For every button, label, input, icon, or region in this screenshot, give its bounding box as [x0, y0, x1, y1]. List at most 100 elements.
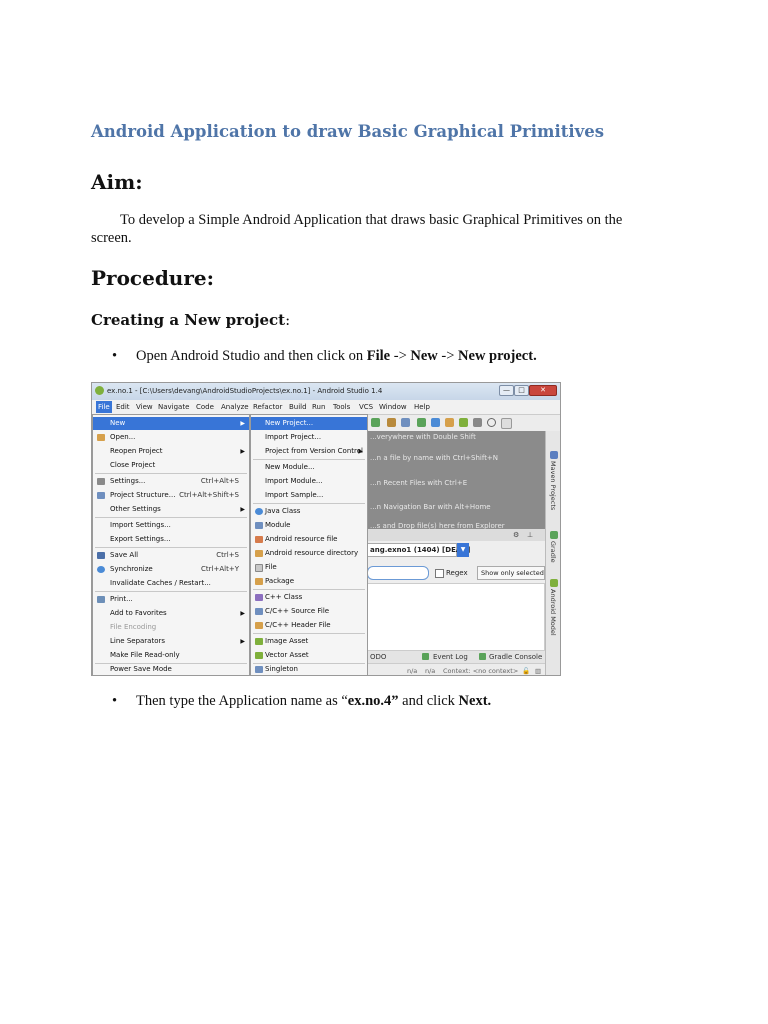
android-resource-directory-item[interactable]: Android resource directory — [251, 547, 367, 560]
file-menu-make-read-only[interactable]: Make File Read-only — [93, 649, 249, 662]
chevron-down-icon[interactable]: ▼ — [457, 543, 469, 557]
file-menu-power-save-mode[interactable]: Power Save Mode — [93, 663, 249, 675]
file-item[interactable]: File — [251, 561, 367, 574]
menu-build[interactable]: Build — [289, 403, 307, 411]
status-context: Context: <no context> — [443, 667, 519, 675]
import-project-item[interactable]: Import Project... — [251, 431, 367, 444]
aim-text: To develop a Simple Android Application … — [91, 212, 623, 246]
shortcut: Ctrl+S — [216, 551, 239, 559]
menu-bar: File Edit View Navigate Code Analyze Ref… — [92, 400, 560, 415]
file-menu-synchronize[interactable]: Synchronize Ctrl+Alt+Y — [93, 563, 249, 576]
aim-heading: Aim: — [91, 170, 143, 194]
file-menu-print[interactable]: Print... — [93, 593, 249, 606]
step-2-pre: Then type the Application name as “ — [136, 693, 348, 709]
file-menu-reopen-project[interactable]: Reopen Project ▶ — [93, 445, 249, 458]
structure-icon[interactable] — [401, 418, 410, 427]
step-2-text: Then type the Application name as “ex.no… — [136, 693, 491, 710]
file-icon — [255, 564, 263, 572]
lock-icon[interactable]: 🔓 — [522, 667, 530, 675]
menu-navigate[interactable]: Navigate — [158, 403, 189, 411]
menu-view[interactable]: View — [136, 403, 153, 411]
file-menu-other-settings[interactable]: Other Settings ▶ — [93, 503, 249, 516]
tool-icon[interactable] — [387, 418, 396, 427]
cpp-class-item[interactable]: C++ Class — [251, 591, 367, 604]
file-menu-close-project[interactable]: Close Project — [93, 459, 249, 472]
menu-refactor[interactable]: Refactor — [253, 403, 282, 411]
regex-checkbox[interactable] — [435, 569, 444, 578]
file-menu-project-structure[interactable]: Project Structure... Ctrl+Alt+Shift+S — [93, 489, 249, 502]
step-1-text: Open Android Studio and then click on Fi… — [136, 348, 537, 365]
show-only-selected-select[interactable]: Show only selected a — [477, 566, 545, 580]
android-model-tab[interactable]: Android Model — [549, 589, 557, 636]
todo-tab[interactable]: ODO — [370, 653, 386, 661]
project-from-vcs-item[interactable]: Project from Version Control ▶ — [251, 445, 367, 458]
android-icon — [255, 638, 263, 645]
avd-icon[interactable] — [431, 418, 440, 427]
java-class-item[interactable]: Java Class — [251, 505, 367, 518]
file-menu-settings[interactable]: Settings... Ctrl+Alt+S — [93, 475, 249, 488]
cpp-source-file-item[interactable]: C/C++ Source File — [251, 605, 367, 618]
gradle-icon — [550, 531, 558, 539]
android-model-icon — [550, 579, 558, 587]
menu-file[interactable]: File — [96, 401, 112, 413]
file-menu-export-settings[interactable]: Export Settings... — [93, 533, 249, 546]
new-project-item[interactable]: New Project... — [251, 417, 367, 430]
gradle-tab[interactable]: Gradle — [549, 541, 557, 563]
file-menu-line-separators[interactable]: Line Separators ▶ — [93, 635, 249, 648]
maven-projects-tab[interactable]: Maven Projects — [549, 461, 557, 510]
menu-code[interactable]: Code — [196, 403, 214, 411]
logcat-search-input[interactable] — [367, 566, 429, 580]
cpp-header-file-item[interactable]: C/C++ Header File — [251, 619, 367, 632]
file-menu-new[interactable]: New ▶ — [93, 417, 249, 430]
step-1-arrow-1: -> — [390, 348, 411, 364]
event-log-tab[interactable]: Event Log — [433, 653, 468, 661]
vector-asset-item[interactable]: Vector Asset — [251, 649, 367, 662]
process-select[interactable]: ang.exno1 (1404) [DEAD] — [367, 543, 470, 557]
menu-vcs[interactable]: VCS — [359, 403, 373, 411]
android-icon — [255, 652, 263, 659]
hide-icon[interactable]: ⊥ — [527, 531, 533, 539]
sdk-icon[interactable] — [417, 418, 426, 427]
file-menu-open[interactable]: Open... — [93, 431, 249, 444]
close-button[interactable]: ✕ — [529, 385, 557, 396]
file-menu-save-all[interactable]: Save All Ctrl+S — [93, 549, 249, 562]
device-icon[interactable] — [445, 418, 454, 427]
sync-icon[interactable] — [371, 418, 380, 427]
minimize-button[interactable]: — — [499, 385, 514, 396]
source-file-icon — [255, 608, 263, 615]
import-sample-item[interactable]: Import Sample... — [251, 489, 367, 502]
maximize-button[interactable]: □ — [514, 385, 529, 396]
file-menu-invalidate-caches[interactable]: Invalidate Caches / Restart... — [93, 577, 249, 590]
panel-icon[interactable] — [501, 418, 512, 429]
module-item[interactable]: Module — [251, 519, 367, 532]
gradle-console-tab[interactable]: Gradle Console — [489, 653, 542, 661]
menu-help[interactable]: Help — [414, 403, 430, 411]
chevron-right-icon: ▶ — [240, 420, 245, 427]
menu-window[interactable]: Window — [379, 403, 407, 411]
help-icon[interactable] — [473, 418, 482, 427]
menu-run[interactable]: Run — [312, 403, 325, 411]
gear-icon[interactable]: ⚙ — [513, 531, 519, 539]
singleton-icon — [255, 666, 263, 673]
chevron-right-icon: ▶ — [358, 448, 363, 455]
chevron-right-icon: ▶ — [240, 506, 245, 513]
file-menu-add-to-favorites[interactable]: Add to Favorites ▶ — [93, 607, 249, 620]
right-tool-strip: Maven Projects Gradle Android Model — [545, 431, 560, 675]
singleton-item[interactable]: Singleton — [251, 663, 367, 675]
android-resource-file-item[interactable]: Android resource file — [251, 533, 367, 546]
process-row: ang.exno1 (1404) [DEAD] ▼ — [367, 543, 545, 557]
package-item[interactable]: Package — [251, 575, 367, 588]
search-icon[interactable] — [487, 418, 496, 427]
status-na: n/a — [407, 667, 418, 675]
menu-tools[interactable]: Tools — [333, 403, 350, 411]
menu-analyze[interactable]: Analyze — [221, 403, 249, 411]
image-asset-item[interactable]: Image Asset — [251, 635, 367, 648]
new-module-item[interactable]: New Module... — [251, 461, 367, 474]
step-1-arrow-2: -> — [437, 348, 459, 364]
trash-icon[interactable]: ▥ — [535, 667, 541, 675]
file-menu-import-settings[interactable]: Import Settings... — [93, 519, 249, 532]
android-icon[interactable] — [459, 418, 468, 427]
import-module-item[interactable]: Import Module... — [251, 475, 367, 488]
window-title-bar: ex.no.1 - [C:\Users\devang\AndroidStudio… — [92, 383, 560, 401]
menu-edit[interactable]: Edit — [116, 403, 130, 411]
